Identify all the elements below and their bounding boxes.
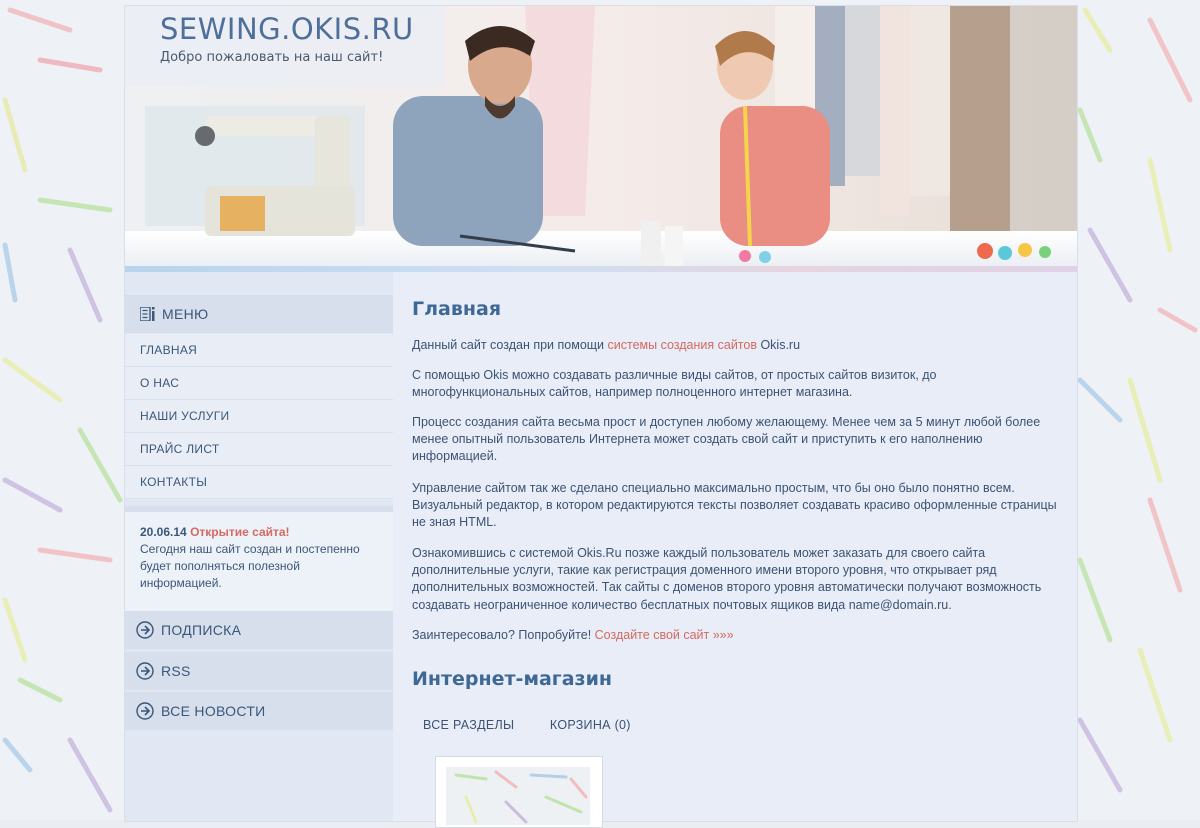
news-item: 20.06.14 Открытие сайта! Сегодня наш сай…: [125, 512, 393, 592]
product-card[interactable]: [435, 756, 603, 828]
rss-label: RSS: [161, 663, 191, 679]
paragraph-3: Процесс создания сайта весьма прост и до…: [412, 415, 1041, 464]
circle-arrow-icon: [136, 662, 154, 680]
circle-arrow-icon: [136, 702, 154, 720]
paragraph-intro: Данный сайт создан при помощи системы со…: [412, 337, 1067, 354]
create-site-link[interactable]: Создайте свой сайт »»»: [595, 628, 734, 642]
menu-item-contacts[interactable]: КОНТАКТЫ: [125, 466, 393, 499]
menu-item-home[interactable]: ГЛАВНАЯ: [125, 334, 393, 367]
menu-list-icon: [140, 307, 155, 321]
header-banner: SEWING.OKIS.RU Добро пожаловать на наш с…: [125, 6, 1077, 270]
news-date: 20.06.14: [140, 525, 187, 539]
paragraph-2: С помощью Okis можно создавать различные…: [412, 368, 937, 400]
cta-text: Заинтересовало? Попробуйте!: [412, 628, 595, 642]
menu-header: МЕНЮ: [125, 295, 393, 333]
tab-cart[interactable]: КОРЗИНА (0): [550, 718, 631, 732]
site-builder-link[interactable]: системы создания сайтов: [608, 338, 757, 352]
intro-text-end: Okis.ru: [756, 338, 801, 352]
all-news-label: ВСЕ НОВОСТИ: [161, 703, 266, 719]
paragraph-cta: Заинтересовало? Попробуйте! Создайте сво…: [412, 627, 1067, 644]
paragraph-5: Ознакомившись с системой Okis.Ru позже к…: [412, 546, 1042, 612]
tab-all-sections[interactable]: ВСЕ РАЗДЕЛЫ: [423, 718, 514, 732]
news-title-link[interactable]: Открытие сайта!: [190, 525, 289, 539]
menu-list: ГЛАВНАЯ О НАС НАШИ УСЛУГИ ПРАЙС ЛИСТ КОН…: [125, 334, 393, 499]
menu-item-price-list[interactable]: ПРАЙС ЛИСТ: [125, 433, 393, 466]
paragraph-4: Управление сайтом так же сделано специал…: [412, 481, 1057, 530]
menu-title: МЕНЮ: [162, 306, 209, 322]
subscribe-button[interactable]: ПОДПИСКА: [125, 611, 393, 649]
rss-button[interactable]: RSS: [125, 652, 393, 690]
circle-arrow-icon: [136, 621, 154, 639]
news-text: Сегодня наш сайт создан и постепенно буд…: [140, 542, 360, 590]
news-block: 20.06.14 Открытие сайта! Сегодня наш сай…: [125, 506, 393, 613]
intro-text: Данный сайт создан при помощи: [412, 338, 608, 352]
site-subtitle: Добро пожаловать на наш сайт!: [160, 50, 384, 65]
page-container: SEWING.OKIS.RU Добро пожаловать на наш с…: [124, 5, 1078, 828]
menu-item-about[interactable]: О НАС: [125, 367, 393, 400]
product-thumbnail: [446, 767, 590, 825]
all-news-button[interactable]: ВСЕ НОВОСТИ: [125, 692, 393, 730]
site-title[interactable]: SEWING.OKIS.RU: [160, 12, 414, 46]
subscribe-label: ПОДПИСКА: [161, 622, 242, 638]
shop-tabs: ВСЕ РАЗДЕЛЫ КОРЗИНА (0): [423, 718, 663, 732]
menu-item-services[interactable]: НАШИ УСЛУГИ: [125, 400, 393, 433]
page-title: Главная: [412, 298, 502, 320]
shop-title: Интернет-магазин: [412, 668, 613, 690]
sidebar: МЕНЮ ГЛАВНАЯ О НАС НАШИ УСЛУГИ ПРАЙС ЛИС…: [125, 272, 393, 821]
